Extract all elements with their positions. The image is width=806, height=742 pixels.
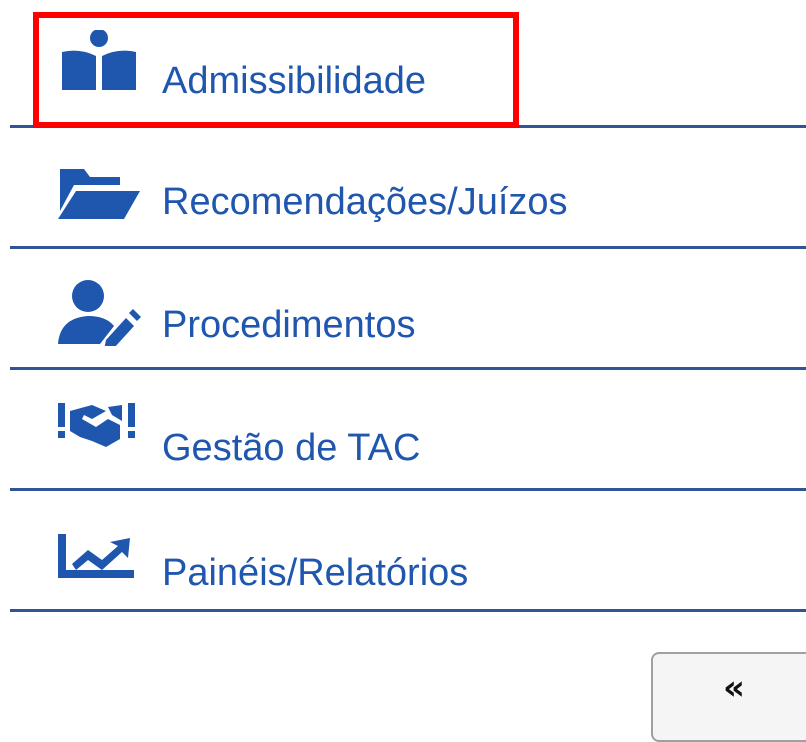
menu-item-procedimentos[interactable]: Procedimentos xyxy=(10,252,806,370)
handshake-alert-icon xyxy=(52,397,142,457)
menu-item-label: Admissibilidade xyxy=(162,60,427,102)
folder-open-icon xyxy=(52,163,142,223)
menu-item-gestao-tac[interactable]: Gestão de TAC xyxy=(10,373,806,491)
menu-item-label: Painéis/Relatórios xyxy=(162,552,469,594)
sidebar-menu: Admissibilidade Recomendações/Juízos Pro… xyxy=(0,0,806,742)
book-reader-icon xyxy=(52,30,142,90)
menu-item-label: Gestão de TAC xyxy=(162,427,421,469)
menu-item-paineis[interactable]: Painéis/Relatórios xyxy=(10,494,806,612)
chart-line-icon xyxy=(52,530,142,590)
collapse-label: « xyxy=(723,668,745,708)
user-edit-icon xyxy=(52,278,142,346)
menu-item-recomendacoes[interactable]: Recomendações/Juízos xyxy=(10,131,806,249)
menu-item-admissibilidade[interactable]: Admissibilidade xyxy=(10,10,806,128)
menu-item-label: Procedimentos xyxy=(162,304,416,346)
menu-item-label: Recomendações/Juízos xyxy=(162,181,568,223)
